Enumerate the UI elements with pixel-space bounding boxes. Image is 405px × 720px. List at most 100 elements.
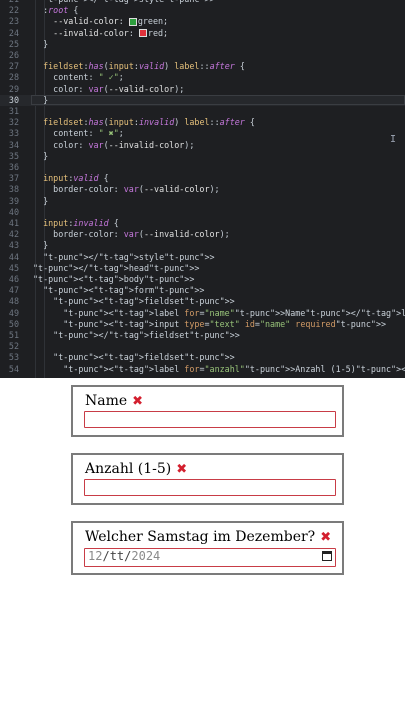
code-text: "t-punc"><"t-tag">input type="text" id="… (63, 318, 387, 329)
code-text: --valid-color: green; (53, 16, 169, 27)
code-line[interactable]: 52 (0, 341, 405, 352)
line-number: 41 (8, 218, 19, 228)
line-number: 50 (8, 318, 19, 329)
code-line[interactable]: 28 content: " ✓"; (0, 72, 405, 83)
name-input[interactable] (84, 411, 336, 428)
line-number: 22 (8, 5, 19, 16)
code-text: content: " ✖"; (33, 128, 124, 139)
line-number: 23 (8, 16, 19, 27)
code-text: "t-punc"><"t-tag">label for="name""t-pun… (63, 307, 405, 318)
code-text: "t-punc"><"t-tag">label for="anzahl""t-p… (63, 363, 405, 374)
code-text: input:valid { (43, 173, 109, 184)
code-text: } (33, 195, 49, 206)
code-line[interactable]: 33 content: " ✖"; (0, 128, 405, 139)
code-text: fieldset:has(input:valid) label::after { (43, 61, 245, 72)
code-line[interactable]: 41 input:invalid { (0, 218, 405, 229)
code-line[interactable]: 46 "t-punc"><"t-tag">body"t-punc">> (0, 274, 405, 285)
text-cursor-icon: I (390, 134, 397, 145)
code-text: } (33, 240, 49, 251)
code-line[interactable]: 45 "t-punc"></"t-tag">head"t-punc">> (0, 263, 405, 274)
code-line[interactable]: 42 border-color: var(--invalid-color); (0, 229, 405, 240)
code-text: "t-punc"><"t-tag">fieldset"t-punc">> (53, 352, 235, 363)
color-swatch (128, 17, 137, 26)
code-editor[interactable]: 21 "t-punc"></"t-tag">style"t-punc">>22 … (0, 0, 405, 378)
code-text: "t-punc"><"t-tag">fieldset"t-punc">> (53, 296, 235, 307)
code-text: "t-punc"><"t-tag">form"t-punc">> (43, 285, 205, 296)
code-line[interactable]: 47 "t-punc"><"t-tag">form"t-punc">> (0, 285, 405, 296)
calendar-icon[interactable] (322, 551, 332, 561)
code-line[interactable]: 39 } (0, 196, 405, 207)
line-number: 33 (8, 128, 19, 139)
code-text: color: var(--invalid-color); (33, 139, 195, 150)
code-line[interactable]: 44 "t-punc"></"t-tag">style"t-punc">> (0, 252, 405, 263)
code-line[interactable]: 51 "t-punc"></"t-tag">fieldset"t-punc">> (0, 330, 405, 341)
code-line[interactable]: 35 } (0, 151, 405, 162)
fieldset-anzahl: Anzahl (1-5) ✖ (71, 453, 344, 505)
line-number: 40 (8, 206, 19, 217)
code-text: } (33, 38, 49, 49)
code-line[interactable]: 34 color: var(--invalid-color); (0, 140, 405, 151)
browser-preview: Name ✖ Anzahl (1-5) ✖ Welcher Samstag im D… (0, 378, 405, 720)
code-line[interactable]: 36 (0, 162, 405, 173)
code-text: } (33, 94, 49, 105)
code-line[interactable]: 24 --invalid-color: red; (0, 28, 405, 39)
line-number: 49 (8, 307, 19, 318)
code-line[interactable]: 25 } (0, 39, 405, 50)
line-number: 26 (8, 50, 19, 60)
code-line[interactable]: 37 input:valid { (0, 173, 405, 184)
line-number: 36 (8, 162, 19, 172)
code-line[interactable]: 48 "t-punc"><"t-tag">fieldset"t-punc">> (0, 296, 405, 307)
code-line[interactable]: 54 "t-punc"><"t-tag">label for="anzahl""… (0, 364, 405, 375)
code-text: border-color: var(--invalid-color); (33, 229, 230, 240)
code-line[interactable]: 31 (0, 106, 405, 117)
code-line[interactable]: 27 fieldset:has(input:valid) label::afte… (0, 61, 405, 72)
invalid-cross-icon: ✖ (132, 394, 144, 409)
code-line[interactable]: 23 --valid-color: green; (0, 16, 405, 27)
anzahl-label: Anzahl (1-5) ✖ (85, 461, 188, 477)
code-line[interactable]: 50 "t-punc"><"t-tag">input type="text" i… (0, 319, 405, 330)
code-text: "t-punc"><"t-tag">body"t-punc">> (33, 274, 195, 284)
code-line[interactable]: 38 border-color: var(--valid-color); (0, 184, 405, 195)
line-number: 35 (8, 150, 19, 161)
line-number: 34 (8, 139, 19, 150)
line-number: 24 (8, 27, 19, 38)
code-line[interactable]: 29 color: var(--valid-color); (0, 84, 405, 95)
line-number: 29 (8, 83, 19, 94)
code-line[interactable]: 22 :root { (0, 5, 405, 16)
fieldset-name: Name ✖ (71, 385, 344, 437)
code-line[interactable]: 43 } (0, 240, 405, 251)
date-input[interactable]: 12/tt/2024 (84, 548, 336, 567)
code-line[interactable]: 49 "t-punc"><"t-tag">label for="name""t-… (0, 308, 405, 319)
color-swatch (138, 29, 147, 38)
line-number: 52 (8, 341, 19, 352)
line-number: 47 (8, 285, 19, 296)
anzahl-input[interactable] (84, 479, 336, 496)
code-line[interactable]: 53 "t-punc"><"t-tag">fieldset"t-punc">> (0, 352, 405, 363)
line-number: 46 (8, 274, 19, 284)
code-line[interactable]: 40 (0, 207, 405, 218)
code-text: --invalid-color: red; (53, 27, 169, 38)
code-line[interactable]: 26 (0, 50, 405, 61)
line-number: 25 (8, 38, 19, 49)
name-label: Name ✖ (85, 393, 144, 409)
code-text: content: " ✓"; (33, 72, 124, 83)
line-number: 54 (8, 363, 19, 374)
line-number: 31 (8, 106, 19, 116)
line-number: 44 (8, 251, 19, 262)
code-text: :root { (33, 5, 79, 16)
line-number: 53 (8, 352, 19, 363)
line-number: 37 (8, 173, 19, 184)
line-number: 48 (8, 296, 19, 307)
line-number: 28 (8, 72, 19, 83)
line-number: 45 (8, 262, 19, 273)
code-text: color: var(--valid-color); (33, 83, 185, 94)
code-text: input:invalid { (43, 218, 119, 228)
code-text: "t-punc"></"t-tag">style"t-punc">> (43, 251, 215, 262)
line-number: 30 (8, 94, 19, 105)
code-line[interactable]: 32 fieldset:has(input:invalid) label::af… (0, 117, 405, 128)
invalid-cross-icon: ✖ (320, 530, 332, 545)
code-text: "t-punc"></"t-tag">fieldset"t-punc">> (53, 330, 240, 340)
code-line[interactable]: 30 } (0, 94, 405, 106)
line-number: 39 (8, 195, 19, 206)
line-number: 27 (8, 61, 19, 72)
